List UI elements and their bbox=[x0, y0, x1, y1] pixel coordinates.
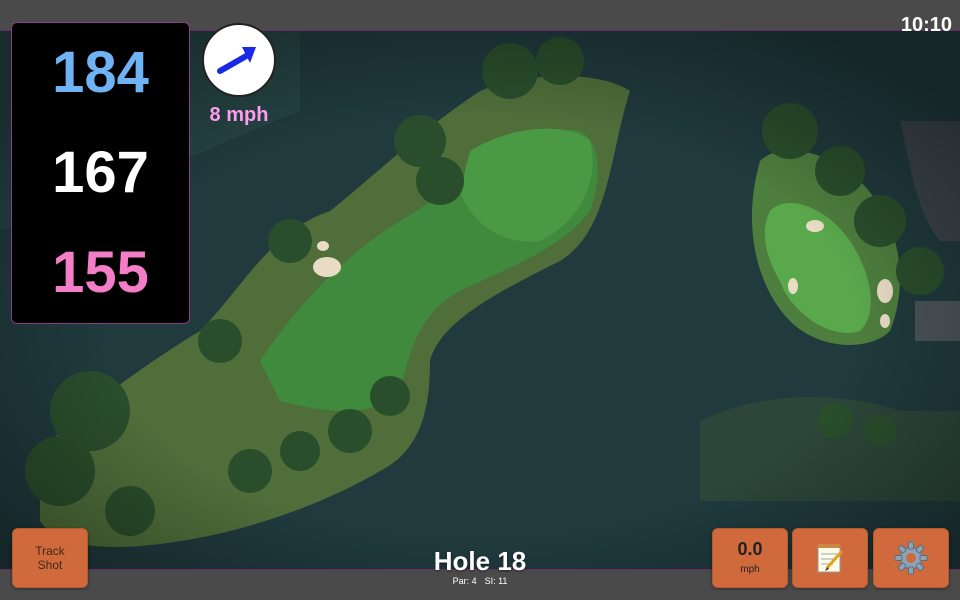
track-shot-label-1: Track bbox=[35, 544, 65, 558]
gear-icon bbox=[894, 541, 928, 575]
speed-value: 0.0 bbox=[737, 539, 763, 559]
distance-panel: 184 167 155 bbox=[11, 22, 190, 324]
wind-speed: 8 mph bbox=[209, 104, 269, 126]
track-shot-button[interactable]: Track Shot bbox=[12, 528, 88, 588]
hole-par: Par: 4 bbox=[452, 576, 477, 586]
speed-button[interactable]: 0.0 mph bbox=[712, 528, 788, 588]
hole-info: Hole 18 Par: 4 SI: 11 bbox=[380, 548, 580, 586]
wind-arrow-icon bbox=[217, 47, 256, 74]
settings-button[interactable] bbox=[873, 528, 949, 588]
distance-middle: 167 bbox=[52, 140, 149, 205]
distance-back: 184 bbox=[52, 40, 149, 105]
speed-unit: mph bbox=[740, 564, 760, 575]
distance-front: 155 bbox=[52, 240, 149, 305]
hole-title: Hole 18 bbox=[433, 546, 527, 576]
wind-dial bbox=[202, 23, 276, 97]
hole-meta: Par: 4 SI: 11 bbox=[380, 576, 580, 586]
notepad-icon bbox=[817, 544, 844, 573]
hole-si: SI: 11 bbox=[484, 576, 508, 586]
track-shot-label-2: Shot bbox=[37, 558, 63, 572]
notes-button[interactable] bbox=[792, 528, 868, 588]
